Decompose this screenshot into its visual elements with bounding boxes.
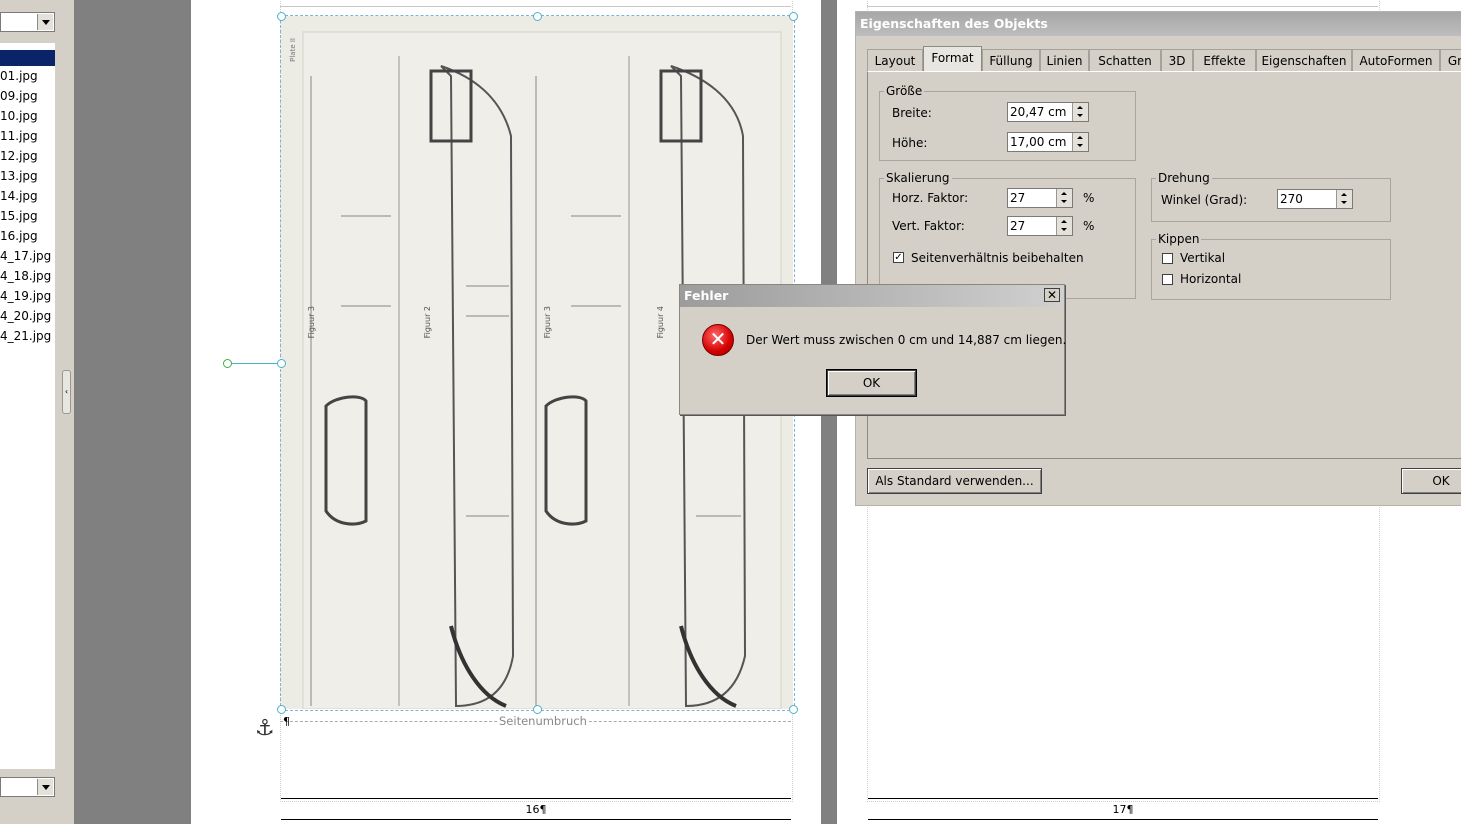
file-list-item[interactable]: 14.jpg [0, 186, 55, 206]
angle-input[interactable]: 270 [1277, 189, 1353, 209]
tab-gr[interactable]: Gr [1440, 49, 1461, 71]
file-list-item[interactable]: 10.jpg [0, 106, 55, 126]
tab-format[interactable]: Format [923, 46, 982, 72]
width-input[interactable]: 20,47 cm [1007, 102, 1089, 122]
dialog-title[interactable]: Eigenschaften des Objekts [856, 12, 1461, 36]
flip-horizontal-label[interactable]: Horizontal [1180, 272, 1241, 286]
file-list-item[interactable]: 4_18.jpg [0, 266, 55, 286]
resize-handle-l[interactable] [277, 359, 286, 368]
resize-handle-t[interactable] [533, 12, 542, 21]
tab-schatten[interactable]: Schatten [1089, 49, 1161, 71]
flip-vertical-label[interactable]: Vertikal [1180, 251, 1225, 265]
rotation-group-label: Drehung [1156, 171, 1212, 185]
file-list-item[interactable]: 11.jpg [0, 126, 55, 146]
scaling-group-label: Skalierung [884, 171, 952, 185]
close-icon[interactable]: ✕ [1044, 288, 1060, 302]
file-list-item[interactable]: 4_19.jpg [0, 286, 55, 306]
collapse-panel-button[interactable]: ‹ [62, 370, 71, 414]
file-items: 01.jpg 09.jpg 10.jpg 11.jpg 12.jpg 13.jpg 14.j… [0, 66, 55, 346]
flip-group-label: Kippen [1156, 232, 1202, 246]
vert-factor-label: Vert. Faktor: [892, 219, 965, 233]
size-group-label: Größe [884, 84, 925, 98]
resize-handle-bl[interactable] [277, 705, 286, 714]
anchor-icon[interactable]: ⚓ [255, 716, 275, 741]
object-properties-dialog: Eigenschaften des Objekts Layout Format … [855, 11, 1461, 506]
rotation-handle-line [228, 363, 281, 364]
resize-handle-tr[interactable] [789, 12, 798, 21]
height-spin-buttons[interactable] [1072, 133, 1088, 151]
file-list-item[interactable]: 12.jpg [0, 146, 55, 166]
resize-handle-br[interactable] [789, 705, 798, 714]
vert-spin-buttons[interactable] [1056, 217, 1072, 235]
horz-factor-value: 27 [1010, 191, 1026, 205]
error-dialog: Fehler ✕ ✕ Der Wert muss zwischen 0 cm u… [679, 284, 1067, 415]
tab-effekte[interactable]: Effekte [1193, 49, 1256, 71]
error-message: Der Wert muss zwischen 0 cm und 14,887 c… [746, 333, 1067, 347]
file-list-item[interactable]: 4_21.jpg [0, 326, 55, 346]
error-dialog-title[interactable]: Fehler [680, 285, 1064, 307]
resize-handle-tl[interactable] [277, 12, 286, 21]
paragraph-mark: ¶ [283, 715, 290, 728]
error-icon: ✕ [702, 324, 734, 356]
set-as-default-button[interactable]: Als Standard verwenden... [867, 468, 1042, 494]
selected-file-row[interactable] [0, 50, 55, 66]
flip-group: Kippen [1151, 232, 1391, 300]
keep-ratio-checkbox[interactable]: ✓ [893, 252, 904, 263]
tab-layout[interactable]: Layout [867, 49, 923, 71]
angle-value: 270 [1280, 192, 1303, 206]
file-list-item[interactable]: 01.jpg [0, 66, 55, 86]
horz-spin-buttons[interactable] [1056, 189, 1072, 207]
flip-horizontal-checkbox[interactable] [1162, 274, 1173, 285]
tab-3d[interactable]: 3D [1161, 49, 1193, 71]
header-line [280, 6, 791, 7]
file-list-item[interactable]: 13.jpg [0, 166, 55, 186]
file-list-item[interactable]: 4_20.jpg [0, 306, 55, 326]
file-list-item[interactable]: 15.jpg [0, 206, 55, 226]
file-list-item[interactable]: 09.jpg [0, 86, 55, 106]
flip-vertical-checkbox[interactable] [1162, 253, 1173, 264]
rotation-handle[interactable] [223, 359, 232, 368]
page-number: 17¶ [1112, 803, 1134, 816]
vert-factor-input[interactable]: 27 [1007, 216, 1073, 236]
document-background [74, 0, 191, 824]
keep-ratio-label[interactable]: Seitenverhältnis beibehalten [911, 251, 1084, 265]
vert-percent: % [1083, 219, 1095, 233]
height-label: Höhe: [892, 136, 928, 150]
tab-eigenschaften[interactable]: Eigenschaften [1256, 49, 1352, 71]
width-spin-buttons[interactable] [1072, 103, 1088, 121]
tab-linien[interactable]: Linien [1040, 49, 1089, 71]
width-value: 20,47 cm [1010, 105, 1067, 119]
left-panel: 01.jpg 09.jpg 10.jpg 11.jpg 12.jpg 13.jpg 14.j… [0, 0, 58, 824]
page-number: 16¶ [525, 803, 547, 816]
chevron-down-icon[interactable] [37, 14, 53, 30]
width-label: Breite: [892, 106, 932, 120]
height-value: 17,00 cm [1010, 135, 1067, 149]
height-input[interactable]: 17,00 cm [1007, 132, 1089, 152]
horz-factor-input[interactable]: 27 [1007, 188, 1073, 208]
page-break-label: Seitenumbruch [497, 714, 589, 728]
error-ok-button[interactable]: OK [826, 369, 917, 397]
chevron-down-icon[interactable] [37, 779, 53, 795]
resize-handle-b[interactable] [533, 705, 542, 714]
vert-factor-value: 27 [1010, 219, 1026, 233]
tab-fuellung[interactable]: Füllung [982, 49, 1040, 71]
header-line [867, 6, 1378, 7]
bottom-dropdown[interactable] [0, 777, 55, 797]
angle-label: Winkel (Grad): [1161, 193, 1248, 207]
angle-spin-buttons[interactable] [1336, 190, 1352, 208]
file-list[interactable]: 01.jpg 09.jpg 10.jpg 11.jpg 12.jpg 13.jpg 14.j… [0, 43, 55, 769]
top-dropdown[interactable] [0, 12, 55, 32]
file-list-item[interactable]: 16.jpg [0, 226, 55, 246]
horz-percent: % [1083, 191, 1095, 205]
file-list-item[interactable]: 4_17.jpg [0, 246, 55, 266]
horz-factor-label: Horz. Faktor: [892, 191, 969, 205]
tab-autoformen[interactable]: AutoFormen [1352, 49, 1440, 71]
properties-ok-button[interactable]: OK [1401, 468, 1461, 494]
